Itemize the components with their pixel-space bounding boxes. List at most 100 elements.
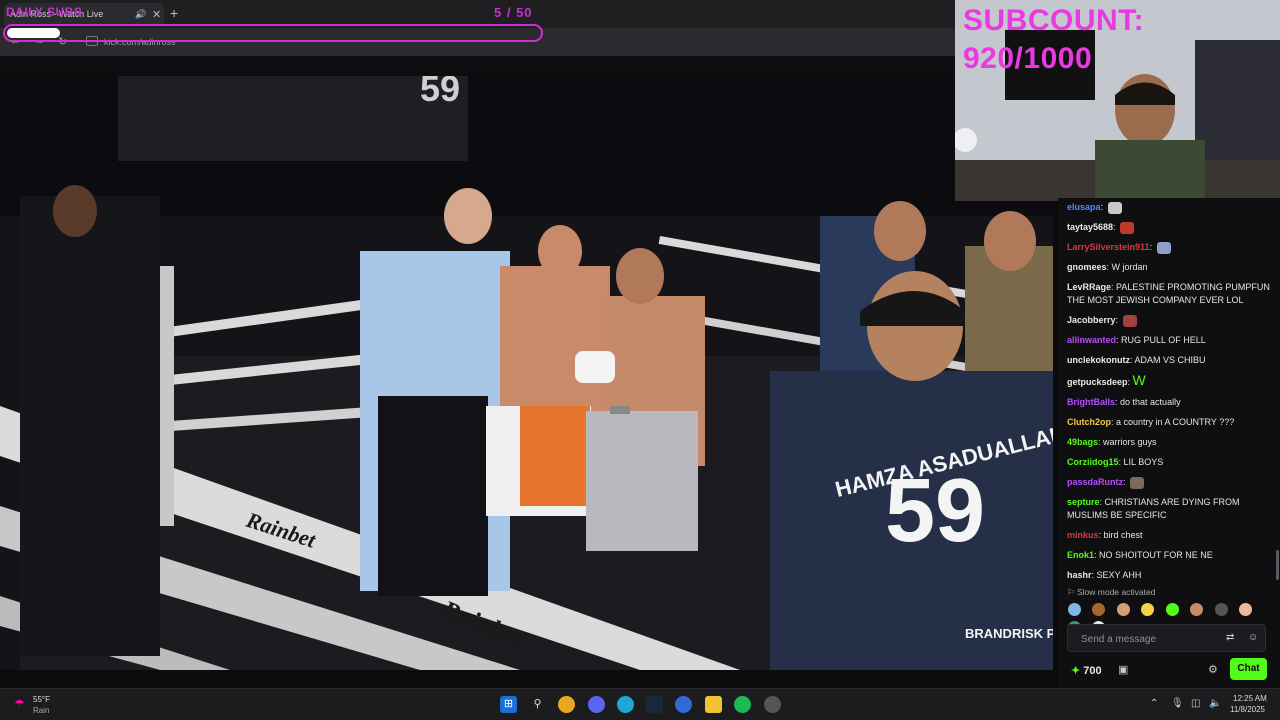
chat-username[interactable]: 49bags xyxy=(1067,437,1098,447)
goal-progress-fill xyxy=(7,28,61,38)
chat-username[interactable]: unclekokonutz xyxy=(1067,355,1130,365)
chat-username[interactable]: LarrySilverstein911 xyxy=(1067,242,1150,252)
emote-icon[interactable] xyxy=(1165,603,1179,616)
goal-progress-bar xyxy=(3,24,543,42)
chat-input[interactable]: Send a message ⇄ ☺ xyxy=(1067,624,1266,652)
tray-chevron-icon[interactable]: ⌃ xyxy=(1150,698,1158,709)
discord-icon[interactable] xyxy=(588,696,605,713)
stream-video[interactable]: HAMZA ASADUALLAH 59 59 Rainbet Rainbet B… xyxy=(0,76,1053,670)
emote-icon[interactable] xyxy=(1239,603,1253,616)
chat-message: elusapa: xyxy=(1058,198,1280,218)
steam-icon[interactable] xyxy=(646,696,663,713)
chat-separator: : xyxy=(1100,202,1106,212)
goal-count: 5 / 50 xyxy=(494,5,533,20)
microphone-icon[interactable]: 🎙 xyxy=(1171,698,1184,709)
chat-separator: : xyxy=(1113,222,1119,232)
chat-username[interactable]: Enok1 xyxy=(1067,550,1094,560)
speaker-icon[interactable]: 🔈 xyxy=(1209,698,1221,709)
points-icon: ✦ xyxy=(1071,665,1081,677)
channel-points[interactable]: ✦ 700 xyxy=(1071,664,1102,677)
chat-username[interactable]: hashr xyxy=(1067,570,1092,580)
emote-icon[interactable] xyxy=(1190,603,1204,616)
chat-text: bird chest xyxy=(1103,530,1143,540)
chat-username[interactable]: BrightBalls xyxy=(1067,397,1115,407)
chat-username[interactable]: taytay5688 xyxy=(1067,222,1113,232)
chat-text: warriors guys xyxy=(1103,437,1157,447)
chat-text: NO SHOITOUT FOR NE NE xyxy=(1099,550,1213,560)
svg-text:59: 59 xyxy=(420,76,460,109)
app-icon[interactable] xyxy=(675,696,692,713)
chat-text: do that actually xyxy=(1120,397,1181,407)
page-header-strip xyxy=(0,56,955,76)
chat-message: septure: CHRISTIANS ARE DYING FROM MUSLI… xyxy=(1058,493,1280,526)
folder-icon[interactable] xyxy=(705,696,722,713)
smile-icon[interactable]: ☺ xyxy=(1248,632,1258,643)
audio-icon[interactable]: 🔊 xyxy=(135,9,146,20)
chat-message: taytay5688: xyxy=(1058,218,1280,238)
chat-text: W jordan xyxy=(1111,262,1148,272)
chat-message: Clutch2op: a country in A COUNTRY ??? xyxy=(1058,413,1280,433)
plus-icon[interactable]: + xyxy=(170,5,178,21)
chat-message: gnomees: W jordan xyxy=(1058,258,1280,278)
chat-username[interactable]: getpucksdeep xyxy=(1067,377,1128,387)
chat-message: Enok1: NO SHOITOUT FOR NE NE xyxy=(1058,546,1280,566)
chat-username[interactable]: septure xyxy=(1067,497,1100,507)
emote-icon xyxy=(1130,476,1145,489)
chat-message: Jacobberry: xyxy=(1058,311,1280,331)
quick-emote-bar xyxy=(1068,603,1268,634)
chat-send-button[interactable]: Chat xyxy=(1230,658,1267,680)
chat-username[interactable]: passdaRuntz xyxy=(1067,477,1123,487)
emote-icon xyxy=(1120,221,1135,234)
chat-text: a country in A COUNTRY ??? xyxy=(1116,417,1235,427)
promotion-logo: BRANDRISK PROMOTIONS xyxy=(965,626,1053,641)
boxing-ring-scene: HAMZA ASADUALLAH 59 59 Rainbet Rainbet B… xyxy=(0,76,1053,670)
chat-message: allinwanted: RUG PULL OF HELL xyxy=(1058,331,1280,351)
chat-username[interactable]: elusapa xyxy=(1067,202,1101,212)
goal-label: DAILY SUBS xyxy=(6,5,83,19)
emote-icon xyxy=(1122,314,1137,327)
clock-time[interactable]: 12:25 AM xyxy=(1233,694,1267,703)
emote-icon[interactable] xyxy=(1116,603,1130,616)
chat-username[interactable]: gnomees xyxy=(1067,262,1107,272)
chat-text: W xyxy=(1132,372,1146,388)
chat-username[interactable]: Clutch2op xyxy=(1067,417,1111,427)
chat-scrollbar[interactable] xyxy=(1276,550,1279,580)
edge-icon[interactable] xyxy=(617,696,634,713)
chat-username[interactable]: Jacobberry xyxy=(1067,315,1116,325)
weather-icon[interactable]: ☂ xyxy=(14,697,25,711)
translate-icon[interactable]: ⇄ xyxy=(1226,632,1234,643)
weather-desc[interactable]: Rain xyxy=(33,706,49,715)
emote-icon[interactable] xyxy=(1068,603,1081,616)
chat-text: ADAM VS CHIBU xyxy=(1134,355,1206,365)
chat-username[interactable]: allinwanted xyxy=(1067,335,1116,345)
clock-date[interactable]: 11/8/2025 xyxy=(1230,705,1265,714)
jersey-number: 59 xyxy=(885,461,985,561)
subcount-overlay: SUBCOUNT: 920/1000 xyxy=(963,4,1145,75)
spotify-icon[interactable] xyxy=(734,696,751,713)
chat-text: RUG PULL OF HELL xyxy=(1121,335,1206,345)
emote-icon[interactable] xyxy=(1092,603,1106,616)
chat-message: unclekokonutz: ADAM VS CHIBU xyxy=(1058,351,1280,371)
emote-icon[interactable] xyxy=(1214,603,1228,616)
recording-icon[interactable] xyxy=(764,696,781,713)
chat-input-placeholder: Send a message xyxy=(1081,634,1157,645)
emote-icon xyxy=(1107,201,1122,214)
chat-username[interactable]: Corziidog15 xyxy=(1067,457,1119,467)
weather-temp[interactable]: 55°F xyxy=(33,695,50,704)
slow-mode-notice: ⚐ Slow mode activated xyxy=(1067,587,1156,597)
close-icon[interactable]: ✕ xyxy=(152,8,161,21)
emote-icon[interactable] xyxy=(1141,603,1155,616)
gift-icon[interactable]: ▣ xyxy=(1118,663,1128,676)
chat-separator: : xyxy=(1115,315,1121,325)
windows-taskbar: ☂ 55°F Rain ⊞ ⚲ ⌃ 🎙 ◫ 🔈 12:25 AM 11/8/20… xyxy=(0,688,1280,720)
search-icon[interactable]: ⚲ xyxy=(529,696,546,713)
chrome-icon[interactable] xyxy=(558,696,575,713)
wifi-icon[interactable]: ◫ xyxy=(1191,698,1200,709)
chat-username[interactable]: minkus xyxy=(1067,530,1099,540)
screen: Adin Ross - Watch Live 🔊 ✕ + ← → ↻ kick.… xyxy=(0,0,1280,720)
slow-mode-text: Slow mode activated xyxy=(1076,587,1156,597)
chat-username[interactable]: LevRRage xyxy=(1067,282,1111,292)
chat-text: LIL BOYS xyxy=(1123,457,1164,467)
gear-icon[interactable]: ⚙ xyxy=(1208,663,1218,676)
windows-icon[interactable]: ⊞ xyxy=(500,696,517,713)
